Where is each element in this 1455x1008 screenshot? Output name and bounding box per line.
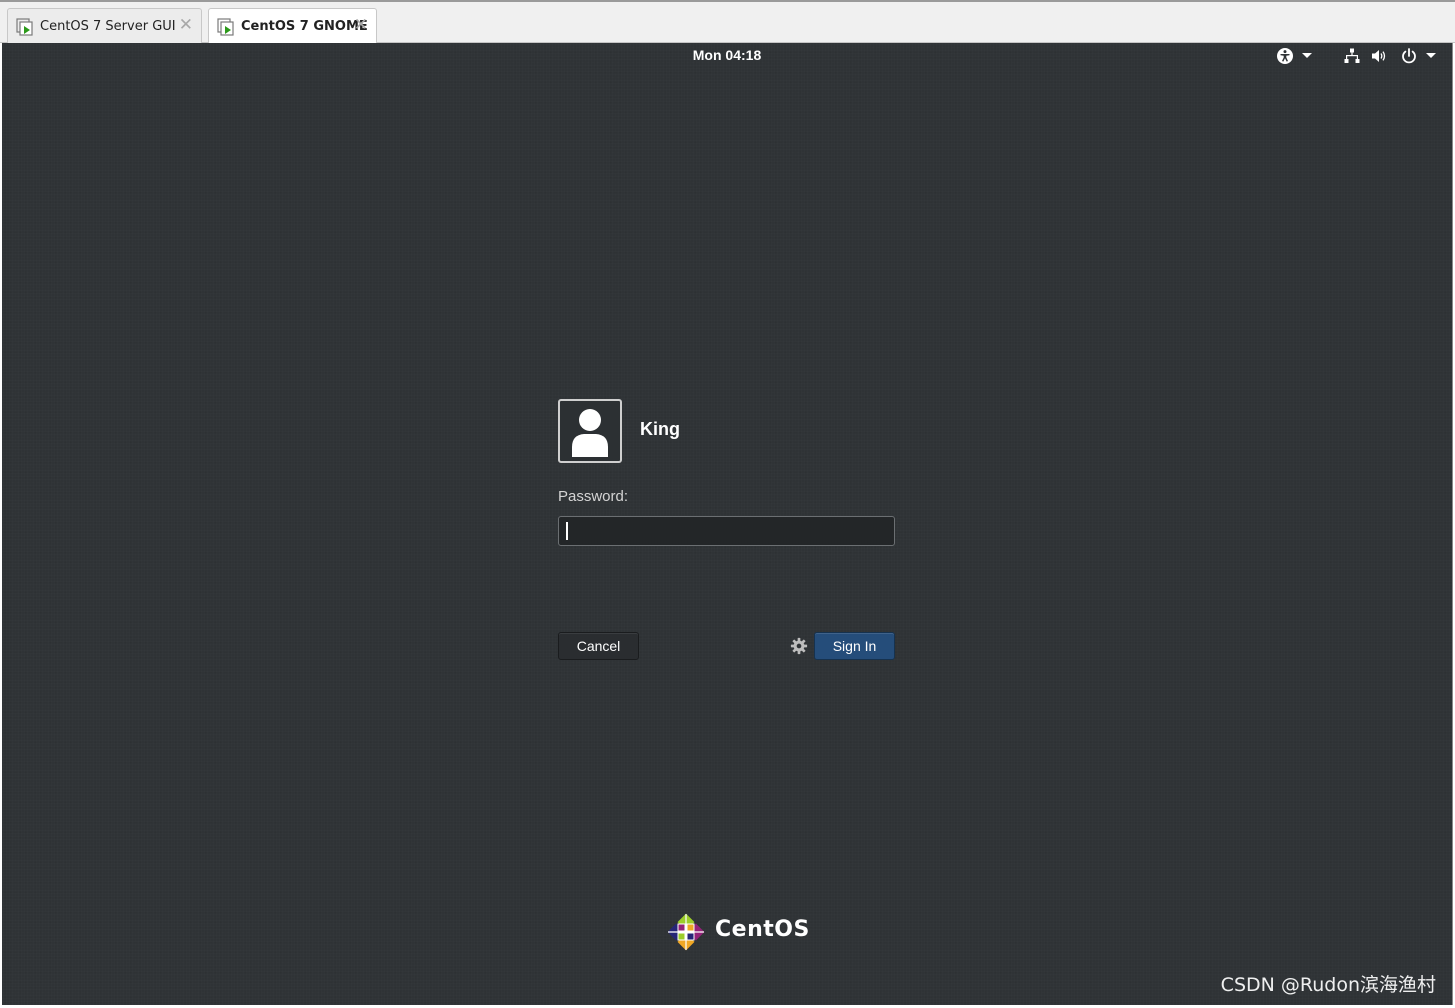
network-icon[interactable] — [1343, 47, 1361, 65]
centos-logo-text: CentOS — [715, 917, 810, 942]
chevron-down-icon[interactable] — [1302, 53, 1312, 58]
user-icon — [572, 409, 608, 457]
vm-icon — [16, 17, 33, 36]
close-icon[interactable]: ✕ — [354, 16, 368, 34]
centos-logo-icon — [667, 913, 705, 951]
vm-icon — [217, 17, 234, 36]
gnome-login-screen: Mon 04:18 King Password: Cancel Sign In … — [2, 43, 1453, 1005]
tab-centos-server-gui[interactable]: CentOS 7 Server GUI ✕ — [7, 8, 202, 44]
clock[interactable]: Mon 04:18 — [2, 47, 1452, 63]
power-icon[interactable] — [1400, 47, 1418, 65]
tab-label: CentOS 7 Server GUI — [40, 19, 176, 34]
close-icon[interactable]: ✕ — [179, 16, 193, 34]
tab-label: CentOS 7 GNOME — [241, 19, 368, 34]
volume-icon[interactable] — [1370, 47, 1388, 65]
password-label: Password: — [558, 488, 629, 505]
username: King — [640, 419, 680, 439]
gear-icon[interactable] — [790, 637, 808, 655]
avatar — [558, 399, 622, 463]
vm-tab-bar: CentOS 7 Server GUI ✕ CentOS 7 GNOME ✕ — [0, 0, 1455, 44]
cancel-button[interactable]: Cancel — [558, 632, 639, 660]
text-cursor — [566, 522, 568, 540]
password-field[interactable] — [558, 516, 895, 546]
accessibility-icon[interactable] — [1276, 47, 1294, 65]
watermark: CSDN @Rudon滨海渔村 — [1220, 974, 1436, 996]
sign-in-button[interactable]: Sign In — [814, 632, 895, 660]
chevron-down-icon[interactable] — [1426, 53, 1436, 58]
tab-centos-gnome[interactable]: CentOS 7 GNOME ✕ — [208, 8, 377, 44]
